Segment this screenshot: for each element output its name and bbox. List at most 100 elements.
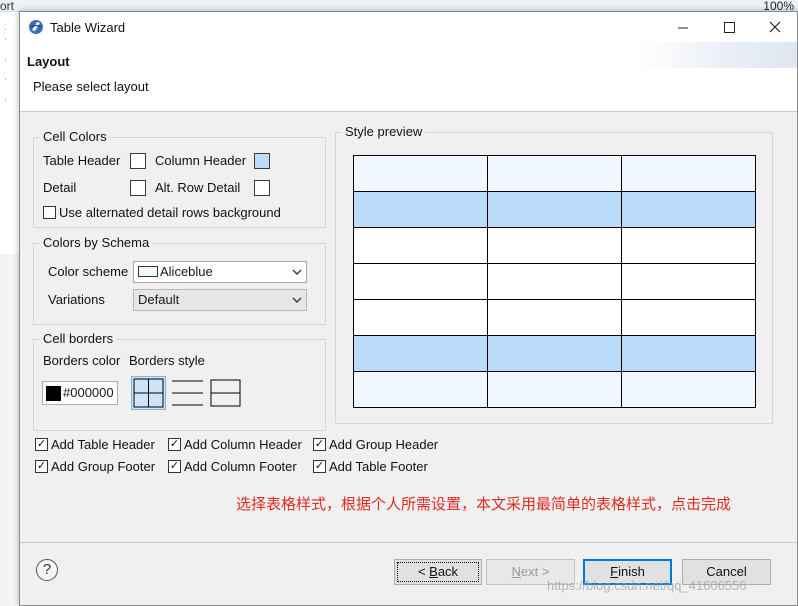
add-table-header-option[interactable]: ✓ Add Table Header bbox=[35, 437, 155, 452]
checkmark-icon[interactable]: ✓ bbox=[313, 438, 326, 451]
preview-cell bbox=[621, 299, 756, 336]
preview-cell bbox=[353, 335, 488, 372]
checkmark-icon[interactable]: ✓ bbox=[35, 460, 48, 473]
background-ruler: · · · · · bbox=[0, 12, 20, 254]
wizard-header: Layout Please select layout bbox=[20, 42, 797, 112]
alt-row-detail-label: Alt. Row Detail bbox=[155, 180, 241, 195]
chevron-down-icon bbox=[292, 290, 302, 318]
alternated-rows-checkbox[interactable] bbox=[43, 206, 56, 219]
finish-label: inish bbox=[618, 564, 645, 579]
alternated-rows-checkbox-label: Use alternated detail rows background bbox=[59, 205, 281, 220]
preview-cell bbox=[621, 155, 756, 192]
eclipse-app-icon bbox=[29, 20, 43, 34]
maximize-icon bbox=[723, 21, 735, 33]
color-scheme-value: Aliceblue bbox=[160, 264, 213, 279]
add-table-header-label: Add Table Header bbox=[51, 437, 155, 452]
preview-row bbox=[353, 371, 756, 408]
add-column-footer-label: Add Column Footer bbox=[184, 459, 297, 474]
preview-row bbox=[353, 191, 756, 228]
preview-cell bbox=[487, 263, 622, 300]
next-label: ext > bbox=[520, 564, 550, 579]
close-icon bbox=[769, 21, 781, 33]
minimize-button[interactable] bbox=[660, 12, 706, 42]
preview-cell bbox=[621, 227, 756, 264]
help-icon[interactable]: ? bbox=[36, 559, 58, 581]
ruler-dots: · · · · · bbox=[4, 24, 7, 104]
colors-by-schema-group: Colors by Schema bbox=[33, 236, 326, 325]
table-header-color-swatch[interactable] bbox=[130, 153, 146, 169]
borders-color-value: #000000 bbox=[63, 385, 114, 400]
add-group-header-option[interactable]: ✓ Add Group Header bbox=[313, 437, 438, 452]
checkmark-icon[interactable]: ✓ bbox=[35, 438, 48, 451]
preview-cell bbox=[487, 227, 622, 264]
alternated-rows-checkbox-row[interactable]: Use alternated detail rows background bbox=[43, 205, 281, 220]
color-scheme-select[interactable]: Aliceblue bbox=[133, 261, 307, 283]
preview-row bbox=[353, 155, 756, 192]
close-button[interactable] bbox=[752, 12, 798, 42]
preview-row bbox=[353, 263, 756, 300]
border-style-all-button[interactable] bbox=[131, 376, 166, 410]
preview-cell bbox=[621, 335, 756, 372]
annotation-note: 选择表格样式，根据个人所需设置，本文采用最简单的表格样式，点击完成 bbox=[236, 496, 732, 513]
variations-select[interactable]: Default bbox=[133, 289, 307, 311]
add-table-footer-label: Add Table Footer bbox=[329, 459, 428, 474]
border-all-icon bbox=[133, 378, 164, 408]
preview-cell bbox=[621, 191, 756, 228]
preview-cell bbox=[353, 371, 488, 408]
preview-row bbox=[353, 299, 756, 336]
preview-cell bbox=[353, 263, 488, 300]
borders-color-button[interactable]: #000000 bbox=[42, 381, 118, 405]
add-group-footer-label: Add Group Footer bbox=[51, 459, 156, 474]
chevron-down-icon bbox=[292, 262, 302, 290]
border-outer-icon bbox=[210, 379, 241, 407]
preview-cell bbox=[353, 191, 488, 228]
csdn-watermark: https://blog.csdn.net/qq_41606556 bbox=[547, 578, 747, 593]
detail-color-swatch[interactable] bbox=[130, 180, 146, 196]
add-group-footer-option[interactable]: ✓ Add Group Footer bbox=[35, 459, 155, 474]
add-column-header-option[interactable]: ✓ Add Column Header bbox=[168, 437, 302, 452]
preview-cell bbox=[487, 155, 622, 192]
preview-cell bbox=[621, 371, 756, 408]
variations-label: Variations bbox=[48, 292, 105, 307]
border-style-outer-button[interactable] bbox=[208, 376, 243, 410]
add-group-header-label: Add Group Header bbox=[329, 437, 439, 452]
cell-borders-group-label: Cell borders bbox=[40, 332, 117, 346]
background-tab-label: ort bbox=[0, 0, 15, 13]
add-column-footer-option[interactable]: ✓ Add Column Footer bbox=[168, 459, 297, 474]
finish-mnemonic: F bbox=[610, 564, 619, 579]
title-bar: Table Wizard bbox=[20, 12, 797, 42]
add-table-footer-option[interactable]: ✓ Add Table Footer bbox=[313, 459, 428, 474]
back-button[interactable]: < Back bbox=[394, 559, 482, 585]
preview-cell bbox=[621, 263, 756, 300]
window-title: Table Wizard bbox=[50, 20, 126, 35]
button-bar-separator bbox=[20, 542, 797, 543]
preview-cell bbox=[353, 227, 488, 264]
border-color-swatch bbox=[46, 386, 61, 401]
checkmark-icon[interactable]: ✓ bbox=[168, 438, 181, 451]
color-scheme-chip bbox=[138, 266, 158, 277]
detail-label: Detail bbox=[43, 180, 77, 195]
variations-value: Default bbox=[138, 292, 180, 307]
checkmark-icon[interactable]: ✓ bbox=[168, 460, 181, 473]
preview-cell bbox=[353, 299, 488, 336]
preview-cell bbox=[487, 299, 622, 336]
borders-color-label: Borders color bbox=[43, 353, 121, 368]
preview-cell bbox=[487, 191, 622, 228]
table-header-label: Table Header bbox=[43, 153, 121, 168]
maximize-button[interactable] bbox=[706, 12, 752, 42]
preview-cell bbox=[487, 335, 622, 372]
style-preview-table bbox=[353, 155, 756, 408]
column-header-label: Column Header bbox=[155, 153, 247, 168]
minimize-icon bbox=[677, 27, 688, 28]
border-style-horizontal-button[interactable] bbox=[170, 376, 205, 410]
table-wizard-dialog: Table Wizard Layout Please select layout… bbox=[19, 11, 798, 606]
add-column-header-label: Add Column Header bbox=[184, 437, 302, 452]
colors-by-schema-group-label: Colors by Schema bbox=[40, 236, 153, 250]
column-header-color-swatch[interactable] bbox=[254, 153, 270, 169]
color-scheme-label: Color scheme bbox=[48, 264, 129, 279]
borders-style-label: Borders style bbox=[129, 353, 205, 368]
alt-row-detail-color-swatch[interactable] bbox=[254, 180, 270, 196]
style-preview-group-label: Style preview bbox=[342, 125, 426, 139]
checkmark-icon[interactable]: ✓ bbox=[313, 460, 326, 473]
header-banner-graphic bbox=[637, 42, 797, 68]
